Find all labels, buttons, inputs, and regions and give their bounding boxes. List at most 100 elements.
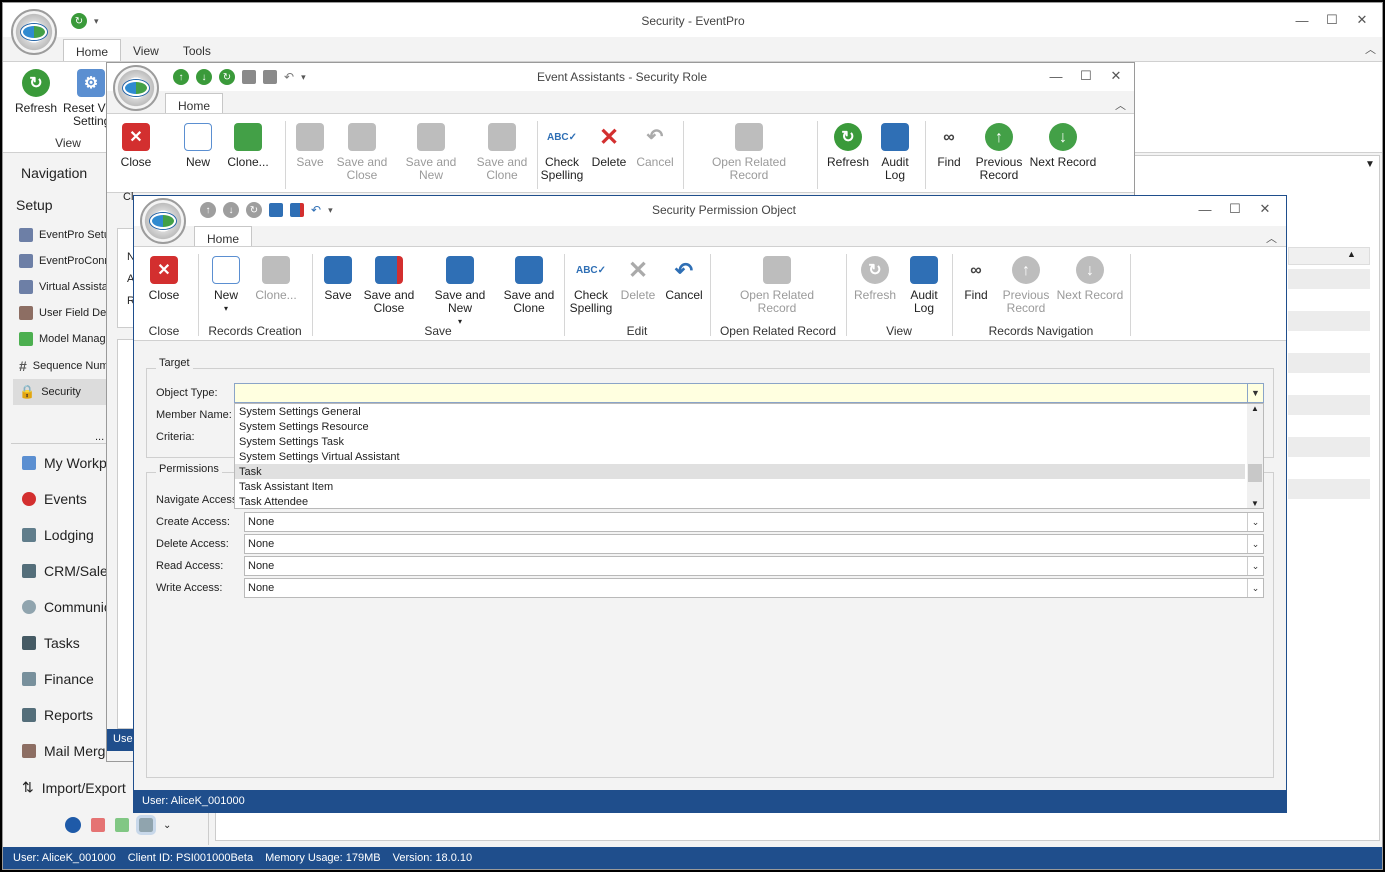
- refresh-icon[interactable]: ↻: [246, 202, 262, 218]
- nav-item-eventpro-connect[interactable]: EventProConn: [19, 254, 111, 268]
- chevron-down-icon[interactable]: ⌄: [1247, 579, 1263, 597]
- role-logo-icon[interactable]: [113, 65, 159, 111]
- settings-icon[interactable]: [136, 815, 156, 835]
- down-icon[interactable]: ↓: [223, 202, 239, 218]
- content-dropdown-icon[interactable]: ▼: [1365, 159, 1375, 170]
- perm-refresh-button[interactable]: ↻ Refresh: [850, 256, 900, 302]
- line-chart-icon[interactable]: [115, 818, 129, 832]
- perm-logo-icon[interactable]: [140, 198, 186, 244]
- module-mail-merge[interactable]: Mail Merge: [22, 743, 113, 759]
- perm-save-clone-button[interactable]: Save and Clone: [502, 256, 556, 315]
- role-save-new-button[interactable]: Save and New: [393, 123, 469, 182]
- role-new-button[interactable]: New: [173, 123, 223, 169]
- role-refresh-button[interactable]: ↻ Refresh: [823, 123, 873, 169]
- maximize-icon[interactable]: ☐: [1220, 196, 1250, 222]
- role-clone-button[interactable]: Clone...: [221, 123, 275, 169]
- ribbon-collapse-icon[interactable]: ︿: [1266, 230, 1277, 246]
- object-type-dropdown[interactable]: ▼: [234, 383, 1264, 403]
- up-icon[interactable]: ↑: [173, 69, 189, 85]
- nav-item-model-manager[interactable]: Model Manage: [19, 332, 112, 346]
- nav-item-eventpro-setup[interactable]: EventPro Setu: [19, 228, 110, 242]
- scroll-down-icon[interactable]: ▼: [1247, 499, 1263, 508]
- perm-close-button[interactable]: ✕ Close: [140, 256, 188, 302]
- perm-delete-button[interactable]: ✕ Delete: [616, 256, 660, 302]
- nav-item-virtual-assistant[interactable]: Virtual Assista: [19, 280, 108, 294]
- list-item-selected[interactable]: Task: [235, 464, 1245, 479]
- perm-previous-record-button[interactable]: ↑ Previous Record: [1000, 256, 1052, 315]
- app-logo-icon[interactable]: [11, 9, 57, 55]
- perm-cancel-button[interactable]: ↶ Cancel: [662, 256, 706, 302]
- chevron-down-icon[interactable]: ⌄: [1247, 513, 1263, 531]
- chevron-down-icon[interactable]: ⌄: [1247, 535, 1263, 553]
- chevron-down-icon[interactable]: ⌄: [1247, 557, 1263, 575]
- perm-new-button[interactable]: New ▾: [204, 256, 248, 315]
- role-previous-record-button[interactable]: ↑ Previous Record: [973, 123, 1025, 182]
- undo-icon[interactable]: ↶: [311, 203, 321, 217]
- role-save-close-button[interactable]: Save and Close: [335, 123, 389, 182]
- maximize-icon[interactable]: ☐: [1071, 63, 1101, 89]
- perm-save-button[interactable]: Save: [316, 256, 360, 302]
- save-icon[interactable]: [269, 203, 283, 217]
- scroll-thumb[interactable]: [1248, 464, 1262, 482]
- role-audit-log-button[interactable]: Audit Log: [875, 123, 915, 182]
- perm-open-related-button[interactable]: Open Related Record: [734, 256, 820, 315]
- list-item[interactable]: System Settings Resource: [239, 421, 369, 433]
- role-delete-button[interactable]: ✕ Delete: [587, 123, 631, 169]
- close-icon[interactable]: ✕: [1347, 7, 1377, 33]
- role-next-record-button[interactable]: ↓ Next Record: [1029, 123, 1097, 169]
- qat-dropdown-icon[interactable]: ▾: [94, 16, 99, 27]
- minimize-icon[interactable]: —: [1287, 7, 1317, 33]
- nav-item-security[interactable]: 🔒 Security: [19, 384, 81, 400]
- object-type-dropdown-list[interactable]: System Settings General System Settings …: [234, 403, 1264, 509]
- list-item[interactable]: Task Assistant Item: [239, 481, 333, 493]
- module-reports[interactable]: Reports: [22, 707, 93, 723]
- role-check-spelling-button[interactable]: ABC✓ Check Spelling: [539, 123, 585, 182]
- perm-save-close-button[interactable]: Save and Close: [362, 256, 416, 315]
- refresh-icon[interactable]: ↻: [71, 13, 87, 29]
- ribbon-collapse-icon[interactable]: ︿: [1115, 97, 1126, 113]
- save-close-icon[interactable]: [290, 203, 304, 217]
- module-my-workplace[interactable]: My Workp: [22, 455, 107, 471]
- module-lodging[interactable]: Lodging: [22, 527, 94, 543]
- refresh-icon[interactable]: ↻: [219, 69, 235, 85]
- qat-dropdown-icon[interactable]: ▾: [301, 72, 306, 83]
- role-cancel-button[interactable]: ↶ Cancel: [633, 123, 677, 169]
- role-find-button[interactable]: ∞ Find: [929, 123, 969, 169]
- minimize-icon[interactable]: —: [1041, 63, 1071, 89]
- up-icon[interactable]: ↑: [200, 202, 216, 218]
- chevron-down-icon[interactable]: ⌄: [163, 820, 171, 831]
- module-crm-sales[interactable]: CRM/Sales: [22, 563, 115, 579]
- close-icon[interactable]: ✕: [1101, 63, 1131, 89]
- close-icon[interactable]: ✕: [1250, 196, 1280, 222]
- list-item[interactable]: System Settings General: [239, 406, 361, 418]
- chevron-down-icon[interactable]: ▼: [1247, 384, 1263, 402]
- module-events[interactable]: Events: [22, 491, 87, 507]
- write-access-dropdown[interactable]: None ⌄: [244, 578, 1264, 598]
- list-item[interactable]: System Settings Task: [239, 436, 344, 448]
- save-icon[interactable]: [242, 70, 256, 84]
- minimize-icon[interactable]: —: [1190, 196, 1220, 222]
- chart-icon[interactable]: [91, 818, 105, 832]
- ribbon-collapse-icon[interactable]: ︿: [1365, 41, 1376, 57]
- read-access-dropdown[interactable]: None ⌄: [244, 556, 1264, 576]
- role-save-clone-button[interactable]: Save and Clone: [475, 123, 529, 182]
- undo-icon[interactable]: ↶: [284, 70, 294, 84]
- dropdown-scrollbar[interactable]: ▲ ▼: [1247, 404, 1263, 508]
- down-icon[interactable]: ↓: [196, 69, 212, 85]
- save-close-icon[interactable]: [263, 70, 277, 84]
- module-finance[interactable]: Finance: [22, 671, 94, 687]
- scroll-up-icon[interactable]: ▲: [1247, 404, 1263, 413]
- nav-splitter[interactable]: ...: [95, 431, 104, 443]
- nav-item-user-field-def[interactable]: User Field Def: [19, 306, 109, 320]
- role-save-button[interactable]: Save: [287, 123, 333, 169]
- perm-next-record-button[interactable]: ↓ Next Record: [1056, 256, 1124, 302]
- perm-clone-button[interactable]: Clone...: [250, 256, 302, 302]
- qat-dropdown-icon[interactable]: ▾: [328, 205, 333, 216]
- perm-save-new-button[interactable]: Save and New ▾: [422, 256, 498, 328]
- module-tasks[interactable]: Tasks: [22, 635, 80, 651]
- perm-audit-log-button[interactable]: Audit Log: [904, 256, 944, 315]
- nav-item-sequence-num[interactable]: # Sequence Num: [19, 358, 109, 374]
- module-import-export[interactable]: ⇅ Import/Export: [22, 779, 126, 796]
- maximize-icon[interactable]: ☐: [1317, 7, 1347, 33]
- create-access-dropdown[interactable]: None ⌄: [244, 512, 1264, 532]
